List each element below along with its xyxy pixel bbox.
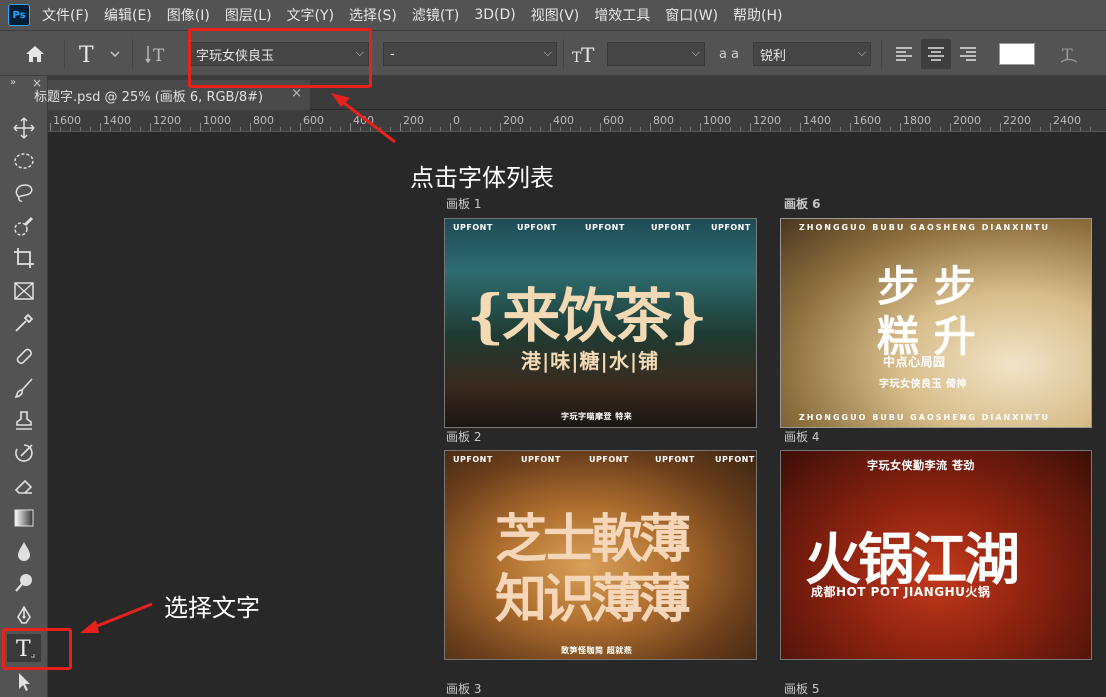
- annotation-select-text: 选择文字: [164, 594, 260, 622]
- annotation-font-list-text: 点击字体列表: [410, 164, 554, 192]
- arrow-to-font-list: [339, 98, 396, 144]
- photoshop-window: Ps 文件(F) 编辑(E) 图像(I) 图层(L) 文字(Y) 选择(S) 滤…: [0, 0, 1106, 697]
- arrow-head-type-tool: [80, 620, 99, 633]
- type-tool-highlight-box: [2, 628, 72, 670]
- arrow-to-type-tool: [91, 602, 153, 630]
